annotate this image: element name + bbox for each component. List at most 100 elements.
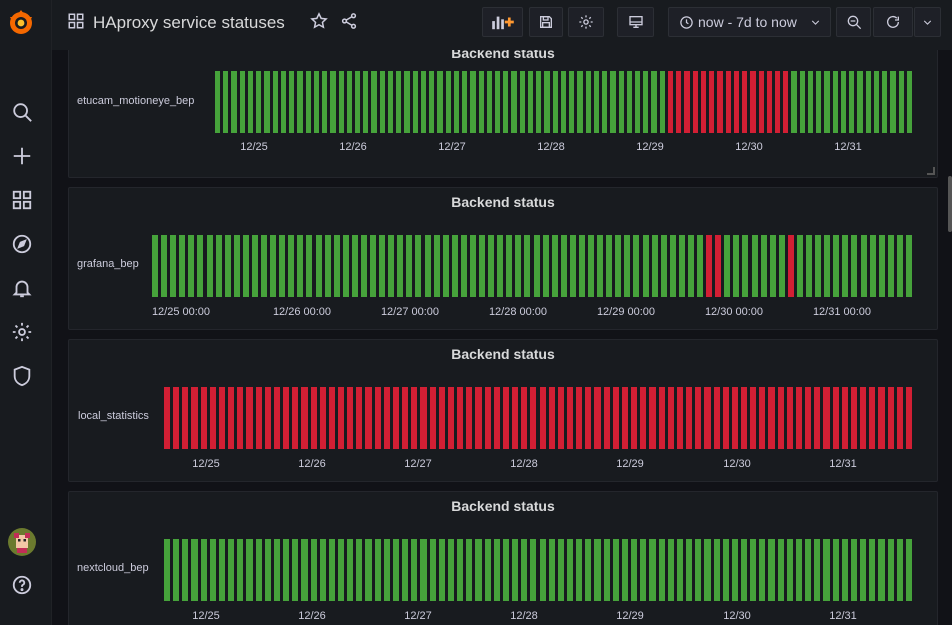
state-segment-ok[interactable] (215, 71, 221, 133)
state-segment-ok[interactable] (402, 539, 409, 601)
state-segment-ok[interactable] (786, 539, 793, 601)
state-segment-down[interactable] (905, 387, 912, 449)
state-segment-down[interactable] (539, 387, 546, 449)
state-segment-down[interactable] (283, 387, 290, 449)
state-segment-down[interactable] (896, 387, 903, 449)
state-segment-ok[interactable] (669, 235, 676, 297)
state-segment-ok[interactable] (676, 539, 684, 601)
state-segment-ok[interactable] (188, 235, 195, 297)
state-segment-ok[interactable] (470, 71, 476, 133)
state-segment-down[interactable] (429, 387, 436, 449)
avatar[interactable] (8, 528, 36, 556)
state-segment-down[interactable] (649, 387, 656, 449)
search-icon[interactable] (10, 100, 34, 124)
state-segment-ok[interactable] (328, 539, 335, 601)
state-segment-ok[interactable] (179, 235, 186, 297)
star-icon[interactable] (308, 10, 330, 32)
state-segment-down[interactable] (667, 387, 674, 449)
state-segment-ok[interactable] (420, 71, 427, 133)
state-segment-ok[interactable] (239, 71, 245, 133)
state-segment-ok[interactable] (799, 71, 805, 133)
state-segment-ok[interactable] (433, 235, 440, 297)
state-segment-ok[interactable] (860, 235, 867, 297)
state-segment-ok[interactable] (621, 539, 629, 601)
state-segment-ok[interactable] (457, 539, 464, 601)
state-segment-down[interactable] (548, 387, 555, 449)
state-segment-ok[interactable] (778, 235, 785, 297)
state-segment-ok[interactable] (873, 71, 880, 133)
panel-backend-status[interactable]: Backend status grafana_bep 12/25 00:00 1… (68, 187, 938, 330)
state-segment-ok[interactable] (324, 235, 331, 297)
state-segment-down[interactable] (502, 387, 510, 449)
state-segment-ok[interactable] (338, 71, 344, 133)
state-segment-ok[interactable] (733, 235, 740, 297)
state-segment-ok[interactable] (347, 539, 354, 601)
state-segment-ok[interactable] (338, 539, 345, 601)
state-segment-ok[interactable] (484, 539, 491, 601)
state-segment-down[interactable] (466, 387, 473, 449)
state-segment-ok[interactable] (351, 235, 358, 297)
state-segment-ok[interactable] (379, 71, 385, 133)
state-segment-ok[interactable] (270, 235, 277, 297)
state-segment-ok[interactable] (840, 71, 847, 133)
state-segment-down[interactable] (787, 235, 794, 297)
state-segment-ok[interactable] (255, 539, 262, 601)
state-segment-ok[interactable] (173, 539, 180, 601)
state-segment-ok[interactable] (552, 71, 558, 133)
state-segment-ok[interactable] (795, 539, 803, 601)
state-segment-down[interactable] (200, 387, 207, 449)
state-segment-down[interactable] (887, 387, 894, 449)
state-segment-ok[interactable] (842, 235, 849, 297)
state-segment-down[interactable] (447, 387, 455, 449)
panel-title[interactable]: Backend status (69, 346, 937, 362)
state-segment-ok[interactable] (387, 71, 394, 133)
state-segment-ok[interactable] (850, 539, 858, 601)
state-segment-down[interactable] (717, 71, 723, 133)
state-segment-ok[interactable] (649, 539, 656, 601)
state-segment-down[interactable] (402, 387, 409, 449)
panel-backend-status[interactable]: Backend status nextcloud_bep 12/25 12/26… (68, 491, 938, 625)
time-range-picker[interactable]: now - 7d to now (668, 7, 831, 37)
state-segment-down[interactable] (766, 71, 772, 133)
state-segment-ok[interactable] (322, 71, 328, 133)
state-segment-ok[interactable] (209, 539, 216, 601)
state-segment-ok[interactable] (560, 71, 567, 133)
state-segment-ok[interactable] (878, 235, 885, 297)
state-segment-ok[interactable] (283, 539, 290, 601)
state-segment-ok[interactable] (760, 235, 767, 297)
state-segment-down[interactable] (612, 387, 619, 449)
scrollbar[interactable] (948, 176, 952, 232)
state-timeline[interactable] (215, 71, 915, 133)
panel-backend-status[interactable]: Backend status local_statistics 12/25 12… (68, 339, 938, 482)
state-segment-ok[interactable] (279, 235, 286, 297)
panel-resize-handle[interactable] (927, 167, 935, 175)
state-segment-down[interactable] (715, 235, 722, 297)
state-segment-down[interactable] (805, 387, 812, 449)
state-segment-down[interactable] (740, 387, 748, 449)
state-segment-down[interactable] (457, 387, 464, 449)
state-segment-down[interactable] (255, 387, 262, 449)
state-segment-ok[interactable] (478, 71, 484, 133)
state-segment-ok[interactable] (292, 539, 299, 601)
state-segment-ok[interactable] (493, 539, 500, 601)
state-segment-ok[interactable] (374, 539, 381, 601)
state-segment-ok[interactable] (424, 235, 431, 297)
state-segment-ok[interactable] (651, 235, 658, 297)
state-segment-ok[interactable] (521, 539, 528, 601)
state-segment-down[interactable] (603, 387, 610, 449)
state-segment-down[interactable] (832, 387, 839, 449)
state-segment-ok[interactable] (768, 539, 775, 601)
state-segment-ok[interactable] (603, 539, 610, 601)
state-segment-down[interactable] (347, 387, 354, 449)
state-segment-ok[interactable] (769, 235, 776, 297)
state-segment-ok[interactable] (333, 235, 340, 297)
state-segment-ok[interactable] (624, 235, 631, 297)
state-segment-down[interactable] (725, 71, 731, 133)
state-segment-down[interactable] (566, 387, 574, 449)
state-segment-ok[interactable] (816, 71, 822, 133)
state-segment-down[interactable] (301, 387, 308, 449)
state-segment-down[interactable] (823, 387, 830, 449)
state-segment-ok[interactable] (191, 539, 198, 601)
state-segment-ok[interactable] (412, 71, 418, 133)
state-segment-ok[interactable] (519, 71, 525, 133)
